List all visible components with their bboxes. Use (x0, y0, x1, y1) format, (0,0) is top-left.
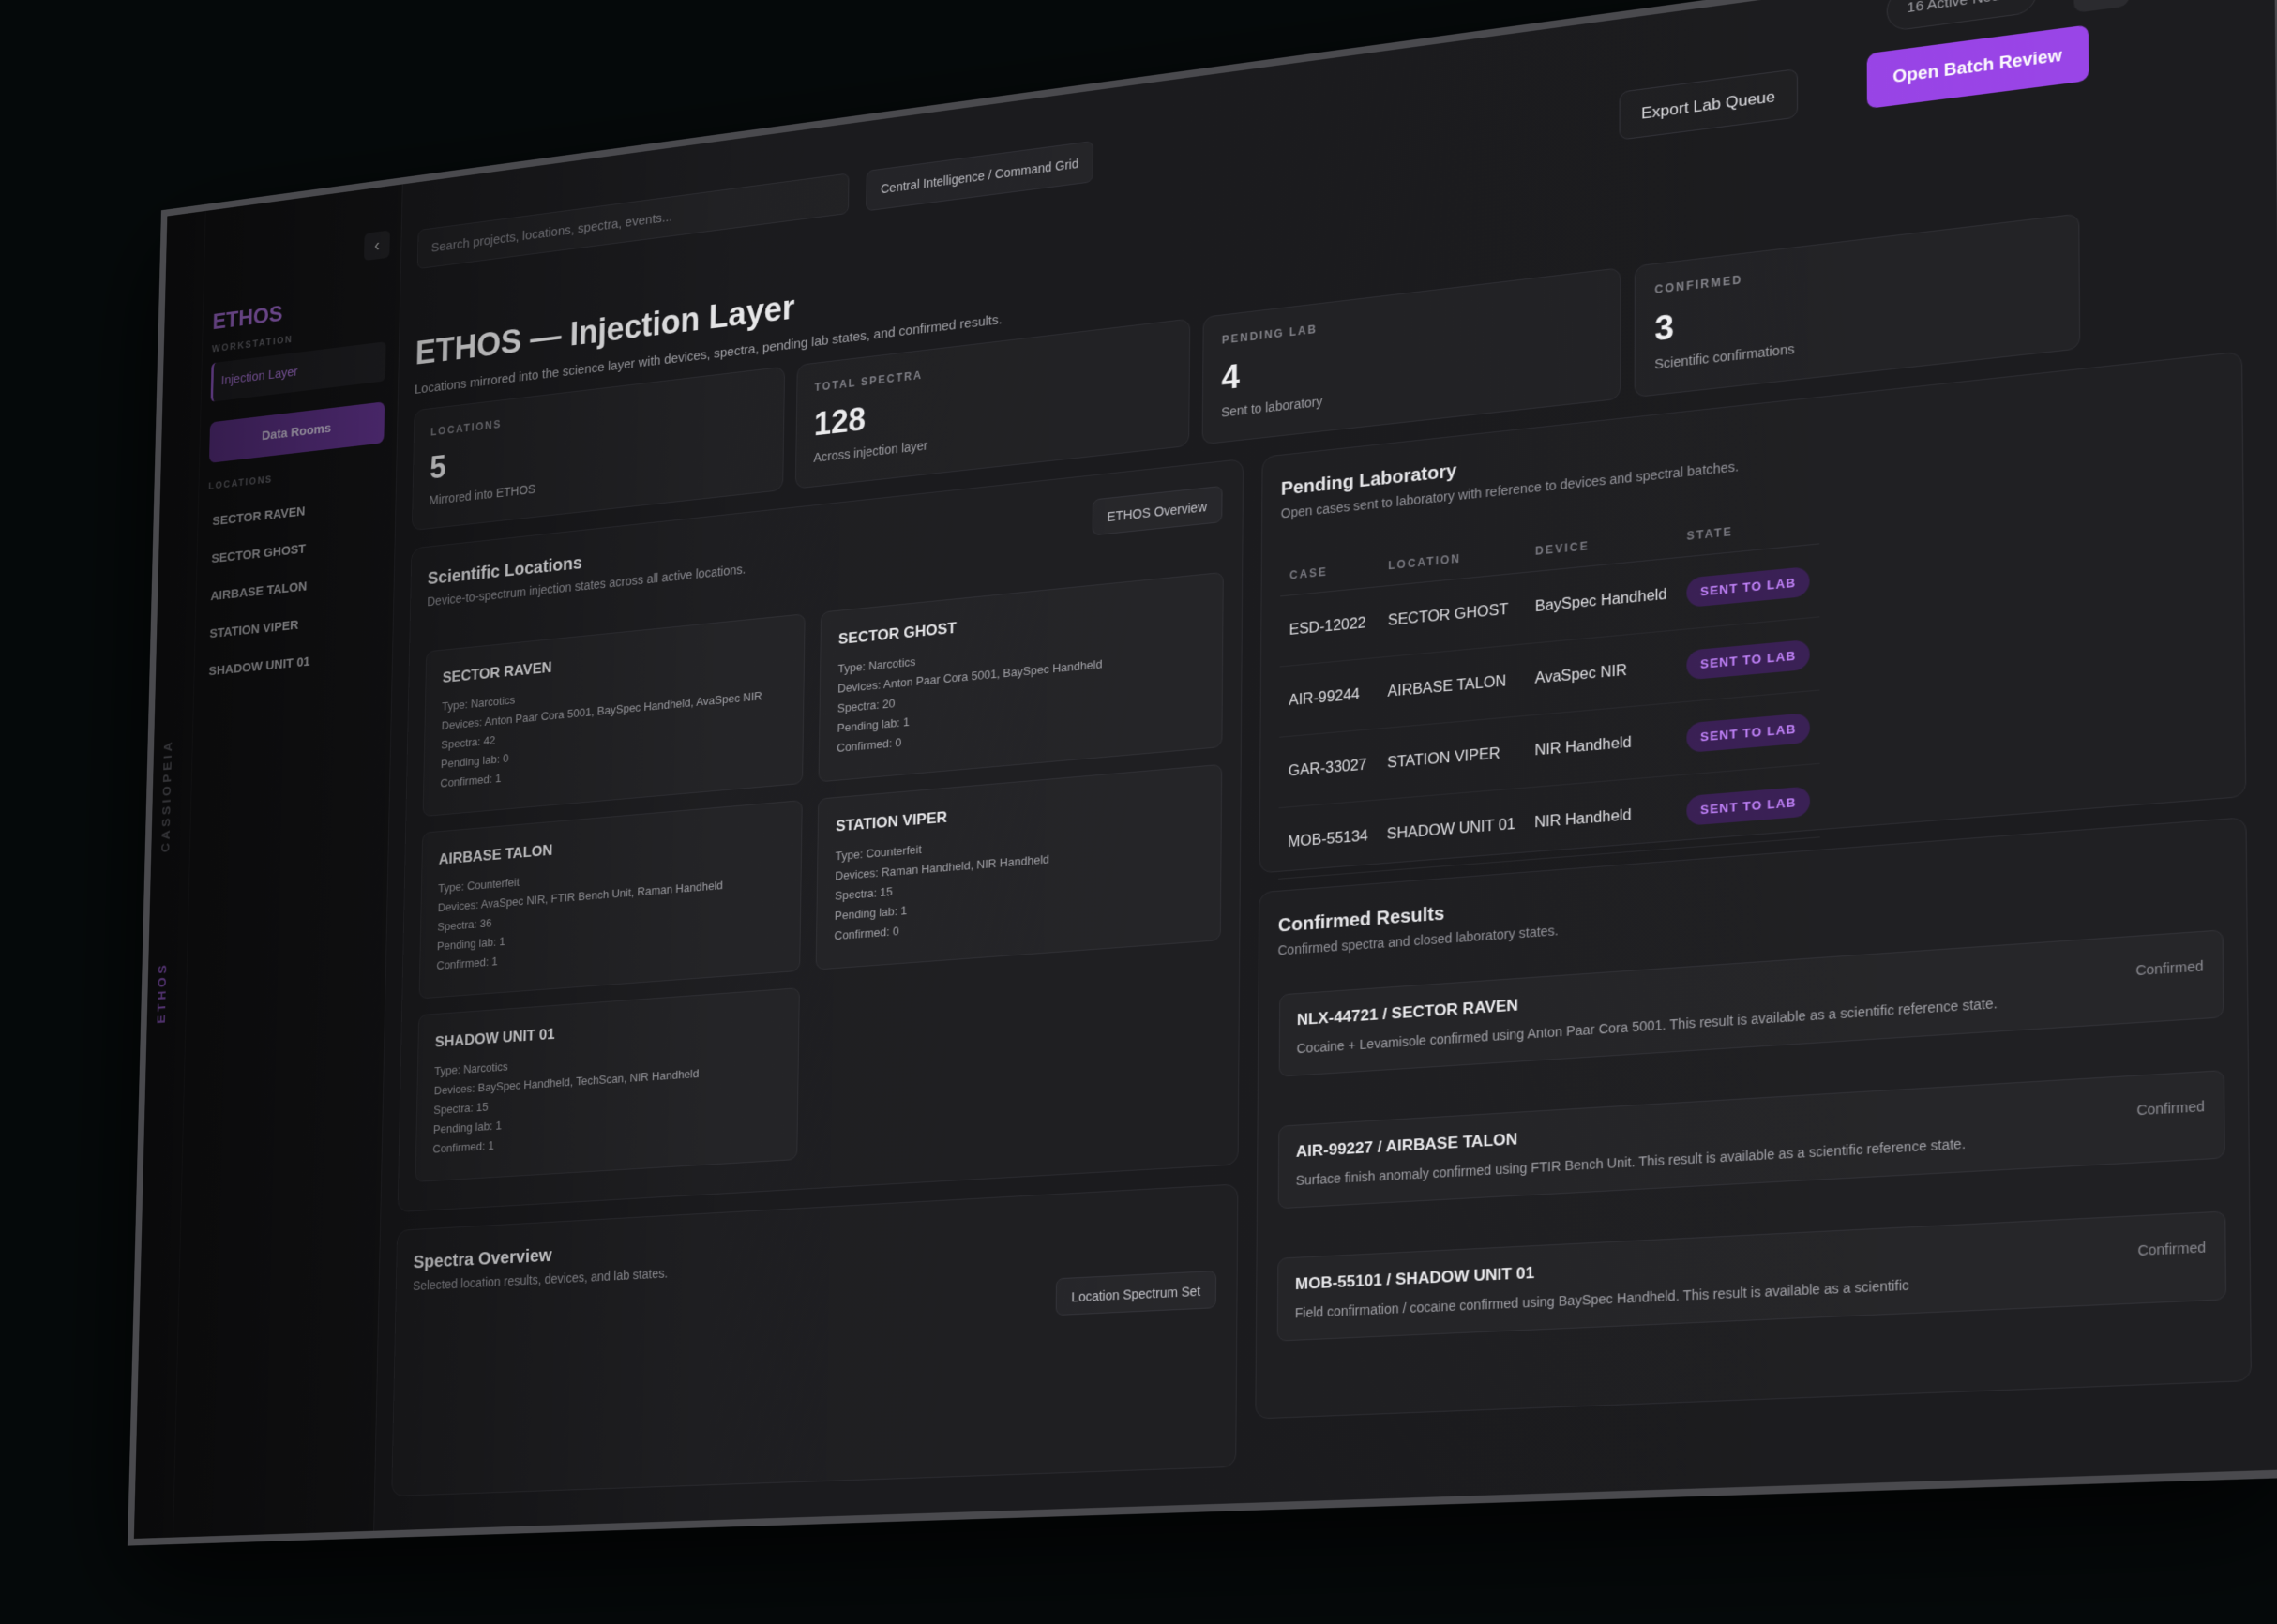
status-badge: SENT TO LAB (1686, 639, 1810, 681)
status-badge: SENT TO LAB (1686, 566, 1810, 608)
monitor-bezel: CASSIOPEIA ETHOS ‹ ETHOS WORKSTATION Inj… (128, 0, 2277, 1546)
rail-item-ethos[interactable]: ETHOS (155, 961, 170, 1024)
stat-card-pending-lab: PENDING LAB 4 Sent to laboratory (1202, 267, 1621, 444)
case-location: SECTOR GHOST (1379, 572, 1526, 657)
breadcrumb[interactable]: Central Intelligence / Command Grid (866, 141, 1093, 211)
status-badge: Confirmed (2135, 958, 2203, 979)
case-id: AIR-99244 (1279, 657, 1379, 737)
location-card[interactable]: SECTOR GHOST Type: Narcotics Devices: An… (819, 572, 1224, 783)
main-content: ETHOS — Injection Layer Locations mirror… (374, 76, 2277, 1530)
open-batch-review-button[interactable]: Open Batch Review (1867, 24, 2089, 109)
app-screen: CASSIOPEIA ETHOS ‹ ETHOS WORKSTATION Inj… (134, 0, 2277, 1539)
spectra-overview-panel: Spectra Overview Selected location resul… (391, 1183, 1238, 1496)
case-location: AIRBASE TALON (1378, 644, 1525, 729)
brand-logo: ETHOS (212, 300, 282, 335)
result-item[interactable]: AIR-99227 / AIRBASE TALON Surface finish… (1278, 1070, 2225, 1209)
active-nodes-badge: 16 Active Nodes (1886, 0, 2037, 32)
case-device: NIR Handheld (1525, 775, 1677, 860)
case-id: ESD-12022 (1280, 587, 1380, 667)
scientific-locations-panel: Scientific Locations Device-to-spectrum … (398, 459, 1244, 1212)
location-card[interactable]: SECTOR RAVEN Type: Narcotics Devices: An… (423, 613, 806, 817)
app-rail: CASSIOPEIA ETHOS (134, 211, 206, 1539)
case-id: GAR-33027 (1279, 729, 1379, 808)
locations-section-label: LOCATIONS (208, 474, 273, 492)
status-badge: SENT TO LAB (1686, 786, 1810, 825)
workstation-section-label: WORKSTATION (212, 335, 294, 355)
case-location: STATION VIPER (1378, 715, 1525, 800)
status-badge: Confirmed (2137, 1240, 2206, 1259)
stat-card-confirmed: CONFIRMED 3 Scientific confirmations (1635, 213, 2081, 398)
result-item[interactable]: NLX-44721 / SECTOR RAVEN Cocaine + Levam… (1279, 929, 2224, 1076)
collapse-sidebar-button[interactable]: ‹ (364, 230, 390, 261)
location-card[interactable]: AIRBASE TALON Type: Counterfeit Devices:… (419, 800, 803, 999)
status-badge: Confirmed (2136, 1098, 2205, 1118)
confirmed-results-panel: Confirmed Results Confirmed spectra and … (1255, 817, 2252, 1419)
pending-laboratory-panel: Pending Laboratory Open cases sent to la… (1259, 351, 2246, 873)
result-item[interactable]: MOB-55101 / SHADOW UNIT 01 Field confirm… (1277, 1210, 2226, 1341)
case-id: MOB-55134 (1278, 800, 1378, 879)
export-lab-queue-button[interactable]: Export Lab Queue (1620, 68, 1799, 141)
location-list: SECTOR RAVEN SECTOR GHOST AIRBASE TALON … (204, 484, 383, 691)
case-device: NIR Handheld (1525, 702, 1677, 788)
stat-card-locations: LOCATIONS 5 Mirrored into ETHOS (412, 367, 785, 532)
ethos-overview-button[interactable]: ETHOS Overview (1092, 486, 1222, 536)
location-spectrum-set-button[interactable]: Location Spectrum Set (1056, 1271, 1216, 1316)
sidebar: CASSIOPEIA ETHOS ‹ ETHOS WORKSTATION Inj… (134, 184, 403, 1539)
location-card[interactable]: SHADOW UNIT 01 Type: Narcotics Devices: … (415, 987, 800, 1182)
rail-item-cassiopeia[interactable]: CASSIOPEIA (159, 738, 175, 852)
status-badge: SENT TO LAB (1686, 713, 1810, 753)
case-device: AvaSpec NIR (1525, 630, 1677, 715)
case-device: BaySpec Handheld (1526, 558, 1677, 644)
pending-lab-table: CASE LOCATION DEVICE STATE ESD-12022 SEC… (1278, 503, 1820, 879)
search-input[interactable]: Search projects, locations, spectra, eve… (417, 173, 850, 269)
case-location: SHADOW UNIT 01 (1378, 788, 1526, 871)
avatar[interactable]: B (2073, 0, 2129, 13)
location-card[interactable]: STATION VIPER Type: Counterfeit Devices:… (816, 764, 1223, 970)
data-rooms-button[interactable]: Data Rooms (209, 401, 385, 463)
